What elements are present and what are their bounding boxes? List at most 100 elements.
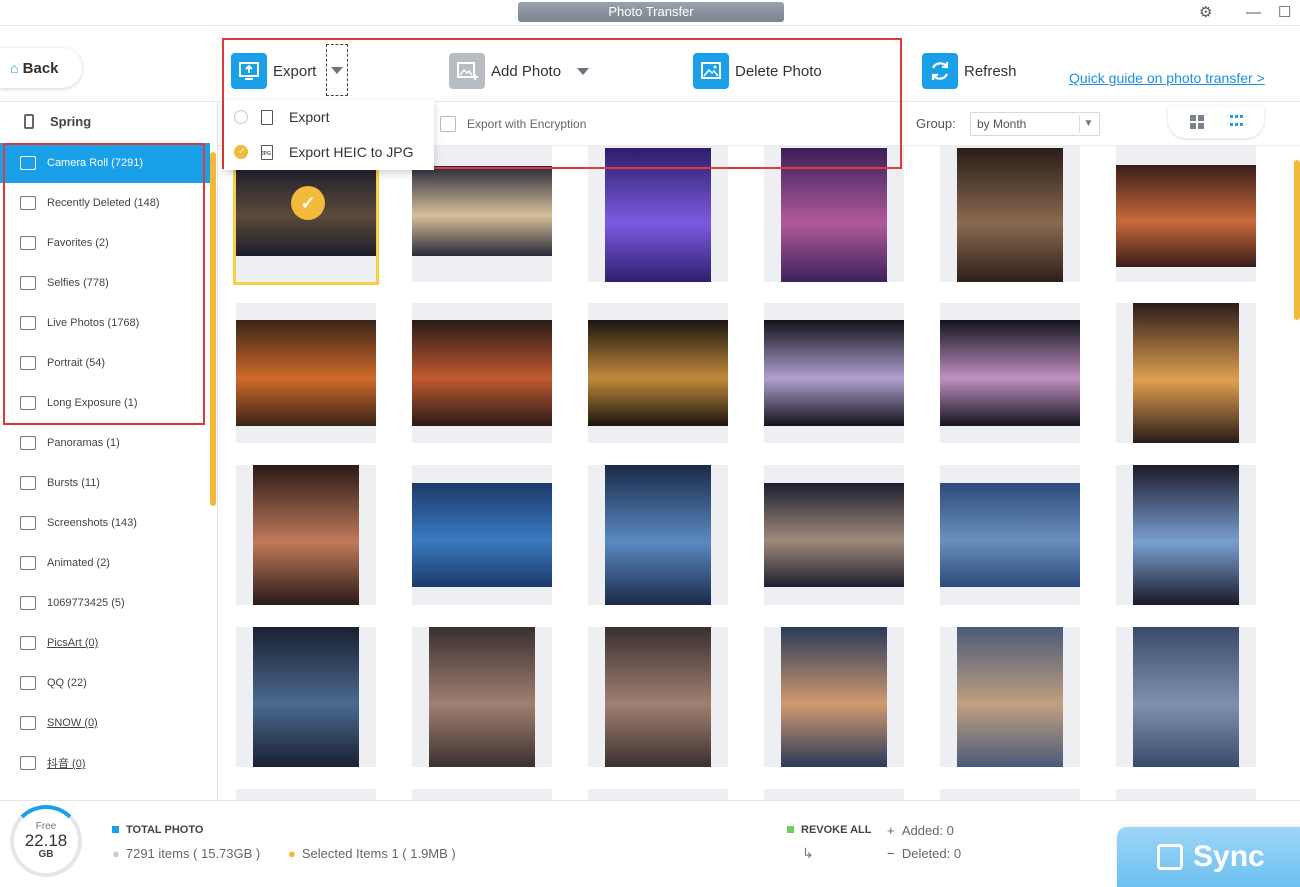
photo-thumbnail[interactable] xyxy=(1116,465,1256,605)
photo-image xyxy=(429,627,535,767)
photo-thumbnail[interactable] xyxy=(412,789,552,800)
selected-check-icon: ✓ xyxy=(291,186,325,220)
photo-image xyxy=(940,320,1080,426)
photo-thumbnail[interactable] xyxy=(1116,627,1256,767)
panorama-icon xyxy=(20,436,36,450)
sidebar-item[interactable]: Long Exposure (1) xyxy=(0,383,210,423)
album-icon xyxy=(20,716,36,730)
album-icon xyxy=(20,596,36,610)
free-value: 22.18 xyxy=(24,831,68,850)
sidebar-item-label: Portrait (54) xyxy=(47,357,106,369)
encryption-checkbox[interactable] xyxy=(440,116,456,132)
device-label: Spring xyxy=(50,114,92,129)
sidebar-item[interactable]: Portrait (54) xyxy=(0,343,210,383)
photo-thumbnail[interactable] xyxy=(764,627,904,767)
photo-thumbnail[interactable] xyxy=(1116,303,1256,443)
photo-thumbnail[interactable] xyxy=(236,627,376,767)
file-icon xyxy=(261,109,273,125)
sidebar-item[interactable]: Camera Roll (7291) xyxy=(0,143,210,183)
photo-thumbnail[interactable] xyxy=(588,303,728,443)
sidebar-scrollbar[interactable] xyxy=(210,152,216,506)
trash-icon xyxy=(20,196,36,210)
photo-image xyxy=(781,627,887,767)
album-icon xyxy=(20,756,36,770)
large-thumbnails-icon[interactable] xyxy=(1190,115,1204,129)
sidebar-item[interactable]: Screenshots (143) xyxy=(0,503,210,543)
back-button[interactable]: ⌂ Back xyxy=(0,48,82,88)
photo-thumbnail[interactable] xyxy=(588,465,728,605)
photo-thumbnail[interactable] xyxy=(940,465,1080,605)
export-button[interactable]: Export xyxy=(231,52,316,90)
sidebar-item[interactable]: Favorites (2) xyxy=(0,223,210,263)
photo-thumbnail[interactable] xyxy=(412,627,552,767)
window-title: Photo Transfer xyxy=(518,2,784,22)
jpg-file-icon xyxy=(261,144,273,160)
add-photo-button[interactable]: Add Photo xyxy=(449,52,590,90)
sidebar-item[interactable]: 1069773425 (5) xyxy=(0,583,210,623)
photo-thumbnail[interactable] xyxy=(236,789,376,800)
delete-photo-button[interactable]: Delete Photo xyxy=(693,52,822,90)
photo-thumbnail[interactable] xyxy=(940,303,1080,443)
maximize-icon[interactable]: ☐ xyxy=(1278,4,1291,22)
group-select[interactable]: by Month ▼ xyxy=(970,112,1100,136)
minimize-icon[interactable]: — xyxy=(1246,4,1261,22)
export-menu-item-heic-to-jpg[interactable]: Export HEIC to JPG xyxy=(224,135,434,169)
photo-grid: ✓ xyxy=(218,146,1300,800)
add-photo-dropdown-icon[interactable] xyxy=(577,67,590,75)
sidebar-item[interactable]: Live Photos (1768) xyxy=(0,303,210,343)
sidebar-item[interactable]: Bursts (11) xyxy=(0,463,210,503)
sidebar-item[interactable]: Recently Deleted (148) xyxy=(0,183,210,223)
album-icon xyxy=(20,636,36,650)
sidebar-item-label: Recently Deleted (148) xyxy=(47,197,160,209)
photo-thumbnail[interactable] xyxy=(412,303,552,443)
photo-thumbnail[interactable] xyxy=(940,627,1080,767)
photo-thumbnail[interactable] xyxy=(940,789,1080,800)
photo-thumbnail[interactable] xyxy=(764,465,904,605)
grid-scrollbar[interactable] xyxy=(1294,160,1300,320)
sidebar-item[interactable]: Selfies (778) xyxy=(0,263,210,303)
photo-image xyxy=(764,483,904,587)
camera-icon xyxy=(20,156,36,170)
photo-thumbnail[interactable] xyxy=(764,303,904,443)
photo-thumbnail[interactable] xyxy=(412,465,552,605)
sidebar-item[interactable]: Panoramas (1) xyxy=(0,423,210,463)
sidebar-item[interactable]: 抖音 (0) xyxy=(0,743,210,783)
heart-icon xyxy=(20,236,36,250)
small-thumbnails-icon[interactable] xyxy=(1230,115,1244,129)
photo-thumbnail[interactable] xyxy=(764,146,904,282)
photo-thumbnail[interactable] xyxy=(236,303,376,443)
sync-button[interactable]: Sync xyxy=(1117,827,1300,887)
export-radio[interactable] xyxy=(234,110,248,124)
refresh-label: Refresh xyxy=(964,62,1017,80)
group-label: Group: xyxy=(916,116,956,131)
photo-thumbnail[interactable] xyxy=(588,789,728,800)
sidebar-item[interactable]: QQ (22) xyxy=(0,663,210,703)
photo-image xyxy=(940,483,1080,587)
revoke-all-button[interactable]: REVOKE ALL xyxy=(787,824,872,836)
deleted-text: Deleted: 0 xyxy=(901,846,962,861)
photo-thumbnail[interactable] xyxy=(588,146,728,282)
sidebar-item-label: Camera Roll (7291) xyxy=(47,157,143,169)
device-name[interactable]: Spring xyxy=(24,114,91,129)
sync-icon xyxy=(1157,844,1183,870)
sidebar-item[interactable]: PicsArt (0) xyxy=(0,623,210,663)
quick-guide-link[interactable]: Quick guide on photo transfer > xyxy=(1069,70,1265,86)
settings-gear-icon[interactable]: ⚙ xyxy=(1199,4,1212,22)
photo-thumbnail[interactable] xyxy=(236,465,376,605)
photo-thumbnail[interactable] xyxy=(940,146,1080,282)
photo-thumbnail[interactable] xyxy=(1116,789,1256,800)
export-menu-item-export[interactable]: Export xyxy=(224,100,434,134)
export-dropdown-toggle[interactable] xyxy=(326,44,348,96)
heic-to-jpg-label: Export HEIC to JPG xyxy=(289,144,414,160)
sidebar-item[interactable]: SNOW (0) xyxy=(0,703,210,743)
added-count: + Added: 0 xyxy=(887,823,954,838)
photo-thumbnail[interactable] xyxy=(764,789,904,800)
heic-to-jpg-radio[interactable] xyxy=(234,145,248,159)
photo-thumbnail[interactable] xyxy=(1116,146,1256,282)
sidebar-item[interactable]: Animated (2) xyxy=(0,543,210,583)
selected-items-text: Selected Items 1 ( 1.9MB ) xyxy=(301,846,456,861)
refresh-button[interactable]: Refresh xyxy=(922,52,1017,90)
cube-icon xyxy=(20,356,36,370)
photo-thumbnail[interactable] xyxy=(588,627,728,767)
total-photo-title: TOTAL PHOTO xyxy=(112,824,203,836)
